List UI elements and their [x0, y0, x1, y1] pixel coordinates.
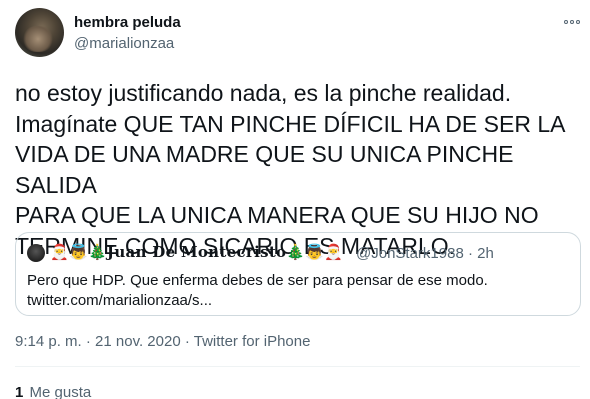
tweet-source-link[interactable]: Twitter for iPhone — [194, 333, 311, 350]
author-handle[interactable]: @marialionzaa — [74, 35, 174, 52]
quoted-tweet-text: Pero que HDP. Que enferma debes de ser p… — [27, 272, 488, 309]
timestamp-separator: · — [180, 333, 194, 350]
quoted-tweet-card[interactable]: 🎅👼🎄𝐉𝐮𝐚𝐧 𝐃𝐞 𝐌𝐨𝐧𝐭𝐞𝐜𝐫𝐢𝐬𝐭𝐨🎄👼🎅 @JonStark1988 … — [15, 232, 581, 316]
likes-count: 1 — [15, 384, 24, 399]
divider — [15, 366, 580, 367]
likes-label: Me gusta — [29, 384, 92, 399]
quoted-author-handle-time: @JonStark1988 · 2h — [356, 245, 494, 262]
quoted-author-avatar — [27, 244, 45, 262]
tweet: hembra peluda @marialionzaa no estoy jus… — [0, 0, 590, 399]
tweet-timestamp-link[interactable]: 9:14 p. m. · 21 nov. 2020 — [15, 333, 181, 350]
likes-stat[interactable]: 1 Me gusta — [15, 384, 91, 399]
tweet-timestamp-row: 9:14 p. m. · 21 nov. 2020 · Twitter for … — [15, 333, 310, 350]
quoted-author-display-name: 🎅👼🎄𝐉𝐮𝐚𝐧 𝐃𝐞 𝐌𝐨𝐧𝐭𝐞𝐜𝐫𝐢𝐬𝐭𝐨🎄👼🎅 — [50, 243, 344, 261]
author-avatar[interactable] — [15, 8, 64, 57]
more-options-icon[interactable] — [560, 10, 584, 34]
author-display-name[interactable]: hembra peluda — [74, 14, 181, 31]
